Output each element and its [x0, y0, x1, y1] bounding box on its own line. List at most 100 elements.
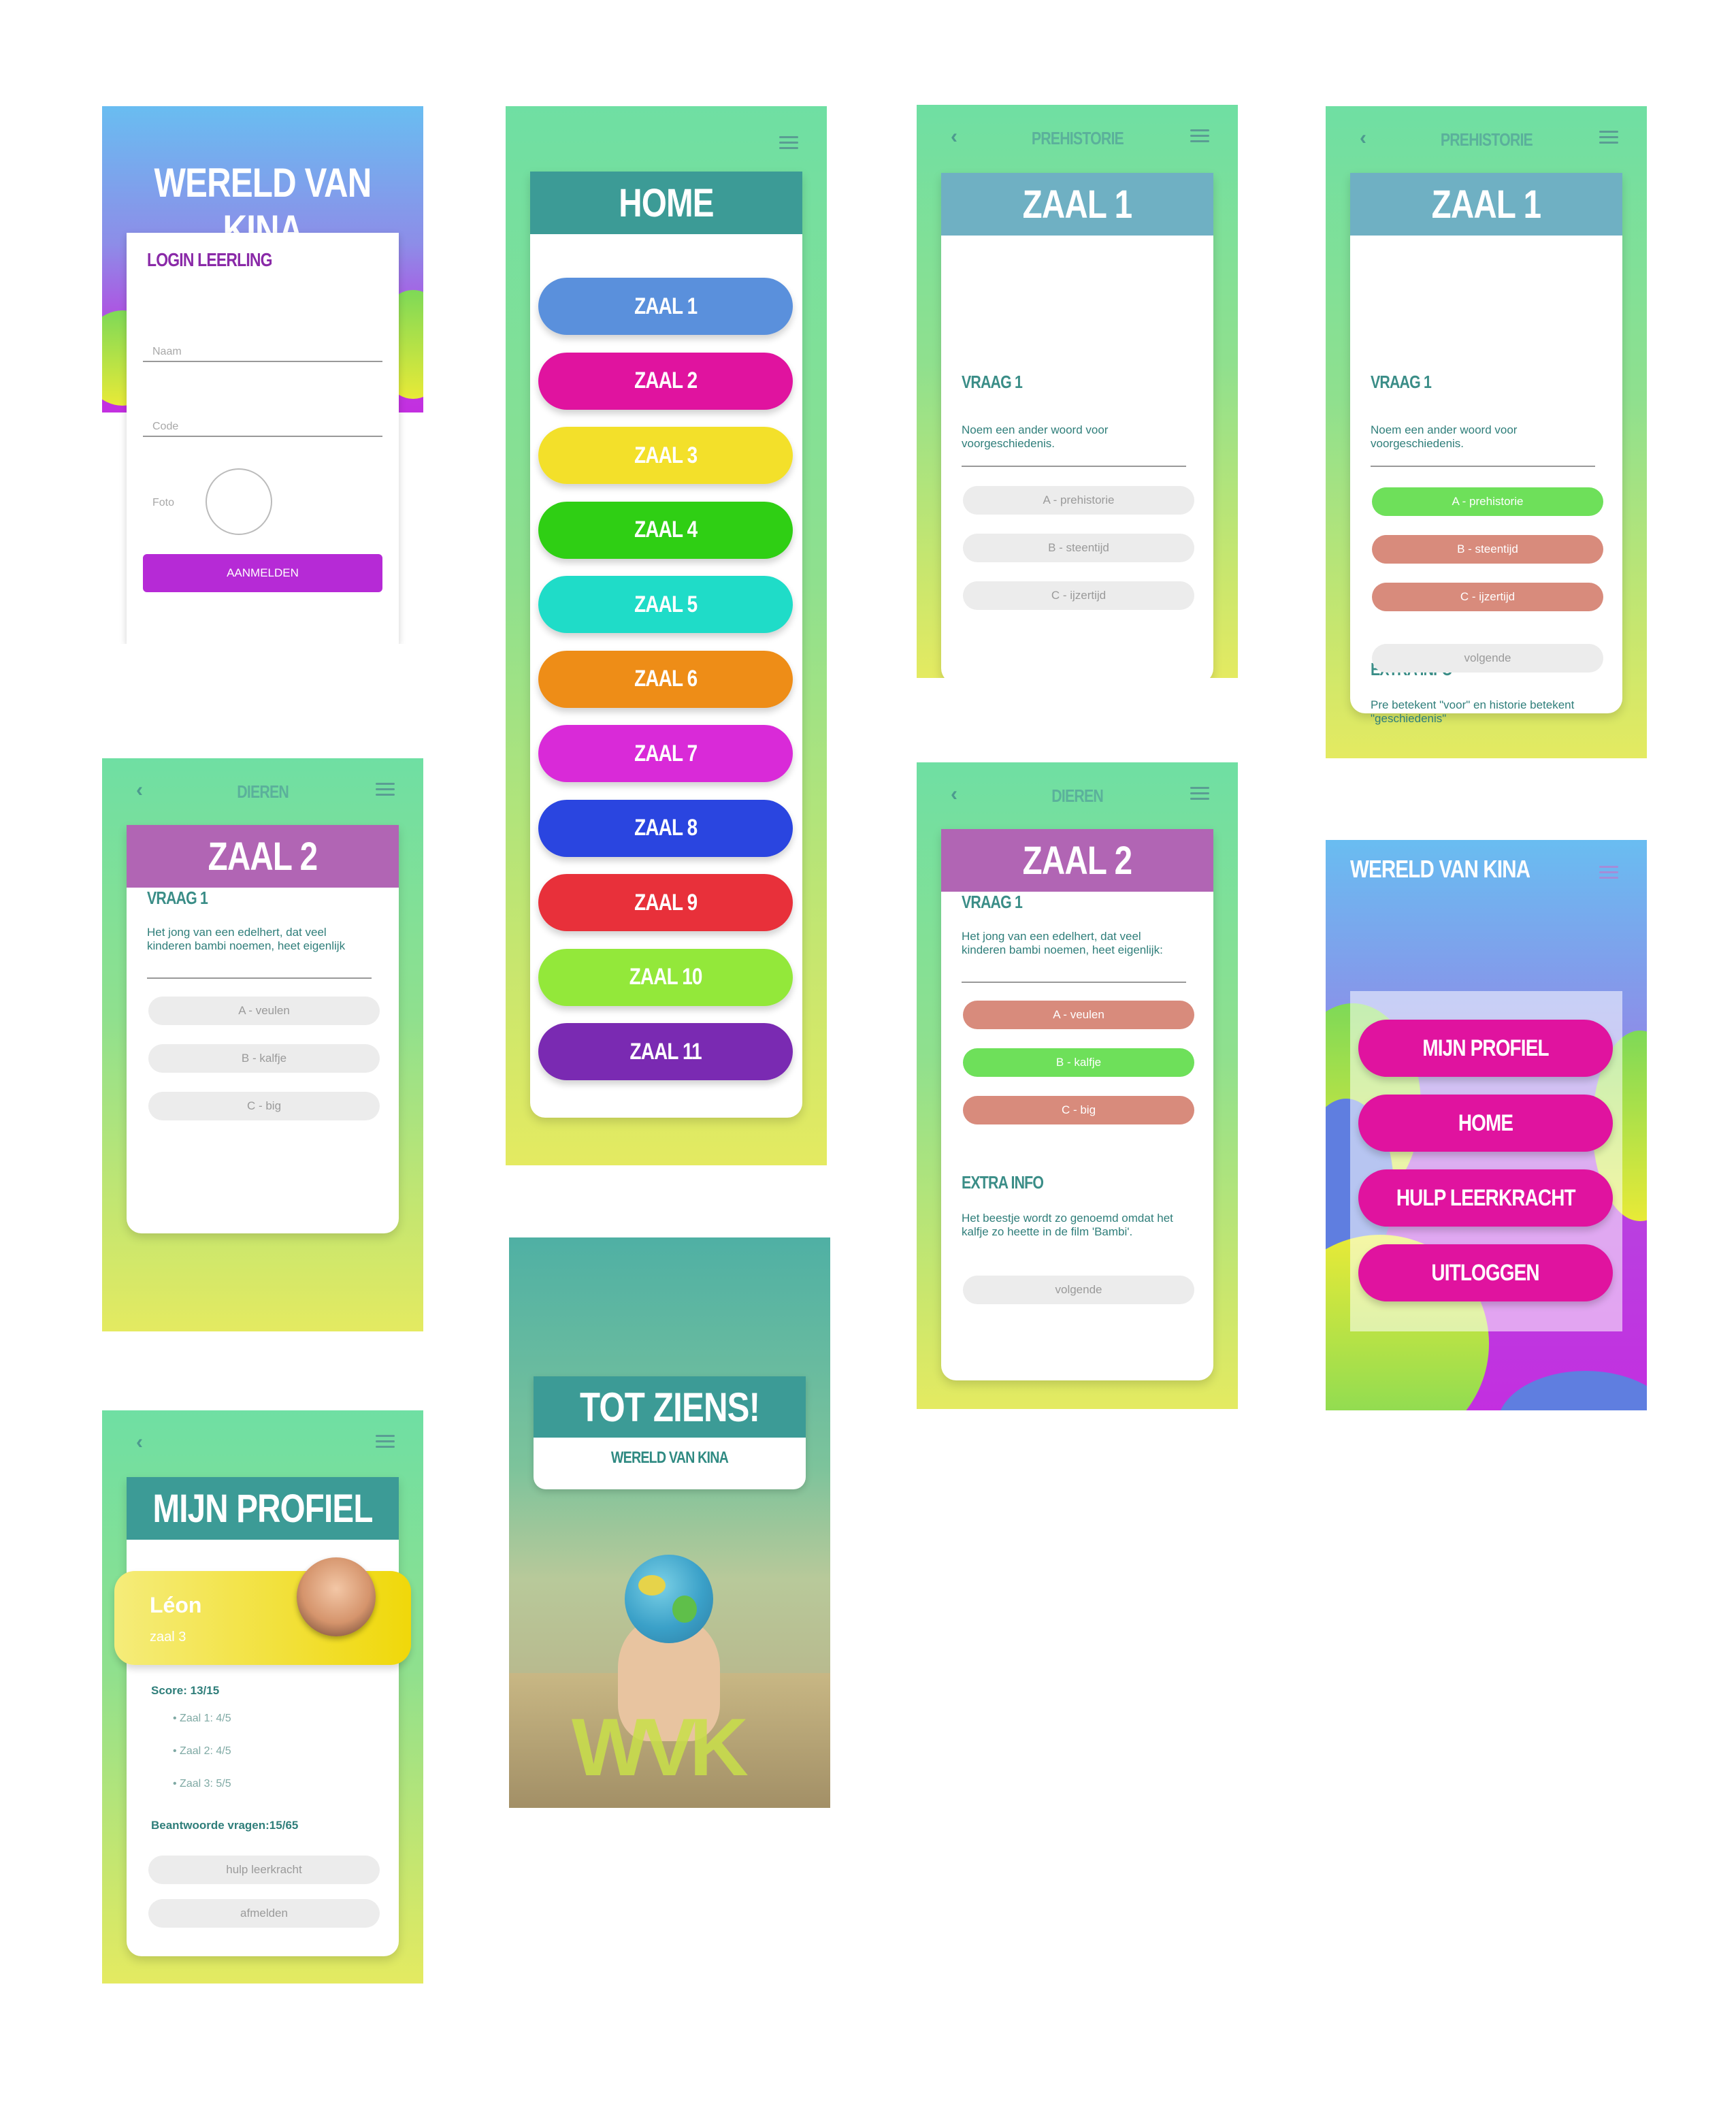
score-zaal2: • Zaal 2: 4/5	[173, 1745, 231, 1757]
zaal1-question-screen: ‹ PREHISTORIE ZAAL 1 VRAAG 1 Noem een an…	[917, 105, 1238, 678]
name-field[interactable]: Naam	[143, 340, 382, 362]
room-button-label: ZAAL 2	[634, 368, 698, 393]
next-button[interactable]: volgende	[963, 1276, 1194, 1304]
extra-info-label: EXTRA INFO	[962, 1172, 1044, 1193]
room-button-11[interactable]: ZAAL 11	[538, 1023, 793, 1080]
option-b[interactable]: B - steentijd	[963, 534, 1194, 562]
menu-icon[interactable]	[376, 783, 395, 796]
wvk-logo: WVK	[572, 1702, 749, 1793]
menu-icon[interactable]	[779, 136, 798, 149]
question-label: VRAAG 1	[962, 372, 1023, 392]
menu-icon[interactable]	[376, 1435, 395, 1448]
room-button-1[interactable]: ZAAL 1	[538, 278, 793, 335]
option-a-wrong[interactable]: A - veulen	[963, 1001, 1194, 1029]
question-text: Het jong van een edelhert, dat veel kind…	[147, 926, 346, 952]
profile-card	[127, 1477, 399, 1956]
globe-land-2	[672, 1596, 697, 1623]
question-text: Noem een ander woord voor voorgeschieden…	[1371, 423, 1518, 450]
option-b[interactable]: B - kalfje	[148, 1044, 380, 1073]
room-banner: ZAAL 2	[941, 829, 1213, 892]
home-banner: HOME	[530, 172, 802, 234]
room-button-label: ZAAL 5	[634, 591, 698, 617]
avatar	[297, 1557, 376, 1636]
goodbye-screen: TOT ZIENS! WERELD VAN KINA WVK	[509, 1237, 830, 1808]
menu-item-logout[interactable]: UITLOGGEN	[1358, 1244, 1613, 1301]
question-divider	[962, 982, 1186, 983]
zaal2-answer-screen: ‹ DIEREN ZAAL 2 VRAAG 1 Het jong van een…	[917, 762, 1238, 1409]
extra-info-text: Pre betekent "voor" en historie betekent…	[1371, 698, 1575, 725]
menu-icon[interactable]	[1190, 787, 1209, 800]
option-a[interactable]: A - veulen	[148, 997, 380, 1025]
profile-name: Léon	[150, 1593, 202, 1617]
question-divider	[962, 466, 1186, 467]
code-placeholder: Code	[152, 421, 179, 432]
name-placeholder: Naam	[152, 346, 182, 357]
profile-screen: ‹ MIJN PROFIEL Léon zaal 3 Score: 13/15 …	[102, 1410, 423, 1984]
room-button-4[interactable]: ZAAL 4	[538, 501, 793, 559]
option-a-correct[interactable]: A - prehistorie	[1372, 487, 1603, 516]
score-zaal1: • Zaal 1: 4/5	[173, 1713, 231, 1724]
menu-screen: WERELD VAN KINA MIJN PROFIEL HOME HULP L…	[1326, 840, 1647, 1410]
help-teacher-button[interactable]: hulp leerkracht	[148, 1856, 380, 1884]
option-a[interactable]: A - prehistorie	[963, 486, 1194, 515]
menu-item-help[interactable]: HULP LEERKRACHT	[1358, 1169, 1613, 1227]
code-field[interactable]: Code	[143, 415, 382, 437]
room-button-8[interactable]: ZAAL 8	[538, 799, 793, 857]
room-button-label: ZAAL 6	[634, 666, 698, 692]
score-zaal3: • Zaal 3: 5/5	[173, 1778, 231, 1790]
option-b-wrong[interactable]: B - steentijd	[1372, 535, 1603, 564]
globe-land-1	[638, 1575, 666, 1596]
goodbye-banner: TOT ZIENS!	[534, 1376, 806, 1438]
room-banner: ZAAL 1	[941, 173, 1213, 236]
submit-button[interactable]: AANMELDEN	[143, 554, 382, 592]
menu-item-home[interactable]: HOME	[1358, 1095, 1613, 1152]
room-button-6[interactable]: ZAAL 6	[538, 650, 793, 708]
extra-info-text: Het beestje wordt zo genoemd omdat het k…	[962, 1212, 1173, 1238]
score-total: Score: 13/15	[151, 1684, 220, 1697]
photo-label: Foto	[152, 497, 175, 508]
question-divider	[1371, 466, 1595, 467]
room-button-9[interactable]: ZAAL 9	[538, 874, 793, 931]
login-screen: WERELD VAN KINA LOGIN LEERLING Naam Code…	[102, 106, 423, 644]
menu-blob-blue-bottom	[1497, 1371, 1647, 1410]
room-button-label: ZAAL 9	[634, 889, 698, 916]
profile-room: zaal 3	[150, 1630, 186, 1645]
room-button-7[interactable]: ZAAL 7	[538, 725, 793, 782]
room-button-10[interactable]: ZAAL 10	[538, 948, 793, 1006]
room-button-label: ZAAL 8	[634, 815, 698, 841]
room-button-label: ZAAL 4	[634, 517, 698, 543]
menu-icon[interactable]	[1599, 131, 1618, 144]
question-text: Noem een ander woord voor voorgeschieden…	[962, 423, 1109, 450]
zaal1-answer-screen: ‹ PREHISTORIE ZAAL 1 VRAAG 1 Noem een an…	[1326, 106, 1647, 758]
room-button-3[interactable]: ZAAL 3	[538, 427, 793, 484]
option-c-wrong[interactable]: C - ijzertijd	[1372, 583, 1603, 611]
profile-banner: MIJN PROFIEL	[127, 1477, 399, 1540]
zaal2-question-screen: ‹ DIEREN ZAAL 2 VRAAG 1 Het jong van een…	[102, 758, 423, 1331]
menu-title: WERELD VAN KINA	[1350, 855, 1530, 883]
room-banner: ZAAL 2	[127, 825, 399, 888]
room-button-label: ZAAL 10	[629, 964, 703, 990]
menu-item-profile[interactable]: MIJN PROFIEL	[1358, 1020, 1613, 1077]
option-c[interactable]: C - big	[148, 1092, 380, 1120]
login-card: LOGIN LEERLING Naam Code Foto AANMELDEN	[127, 233, 399, 644]
question-label: VRAAG 1	[1371, 372, 1432, 392]
room-button-label: ZAAL 7	[634, 740, 698, 766]
photo-upload-circle[interactable]	[206, 468, 272, 535]
room-button-5[interactable]: ZAAL 5	[538, 576, 793, 633]
goodbye-subtitle: WERELD VAN KINA	[610, 1448, 729, 1467]
option-c[interactable]: C - ijzertijd	[963, 581, 1194, 610]
menu-icon[interactable]	[1190, 129, 1209, 142]
hamburger-icon[interactable]	[1599, 866, 1618, 879]
room-button-label: ZAAL 3	[634, 442, 698, 468]
room-button-2[interactable]: ZAAL 2	[538, 352, 793, 410]
room-banner: ZAAL 1	[1350, 173, 1622, 236]
back-chevron-icon[interactable]: ‹	[136, 1431, 143, 1454]
option-b-correct[interactable]: B - kalfje	[963, 1048, 1194, 1077]
next-button[interactable]: volgende	[1372, 644, 1603, 673]
question-label: VRAAG 1	[147, 888, 208, 908]
question-text: Het jong van een edelhert, dat veel kind…	[962, 930, 1163, 956]
logout-button[interactable]: afmelden	[148, 1899, 380, 1928]
question-label: VRAAG 1	[962, 892, 1023, 912]
question-divider	[147, 977, 372, 979]
option-c-wrong[interactable]: C - big	[963, 1096, 1194, 1124]
